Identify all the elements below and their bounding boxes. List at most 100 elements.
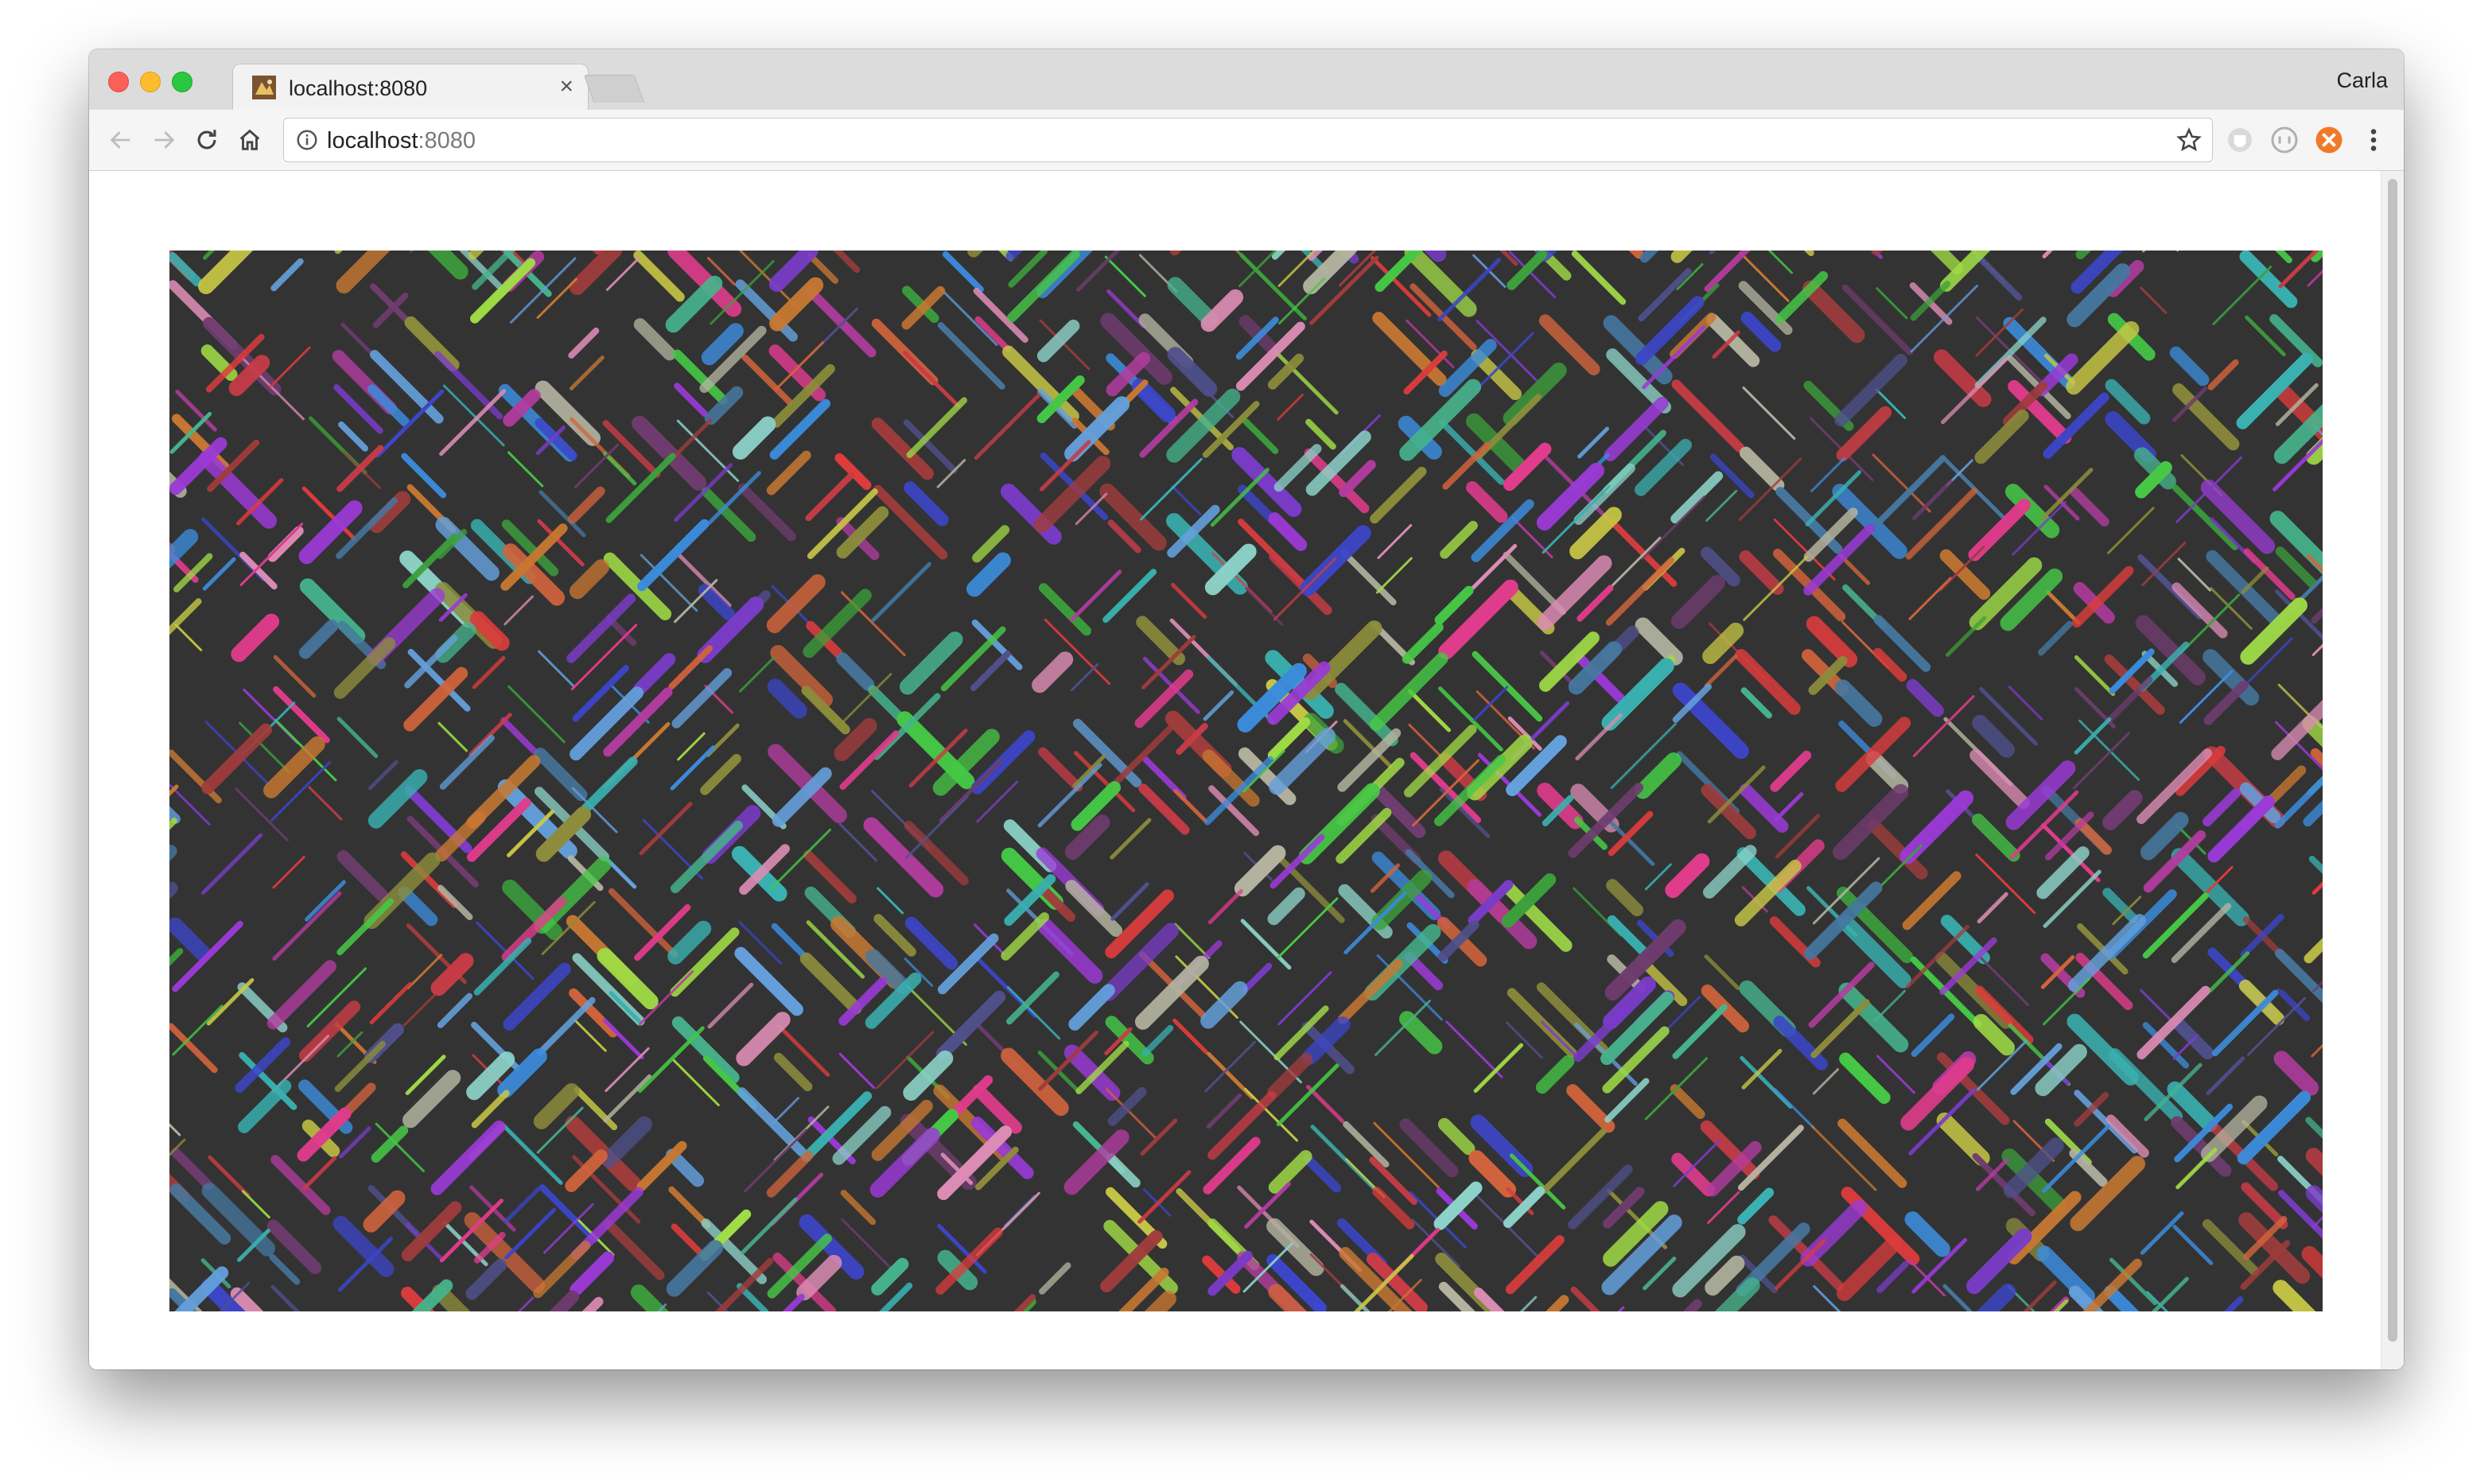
maze-segment bbox=[900, 631, 963, 695]
maze-segment bbox=[1974, 253, 2023, 301]
maze-segment bbox=[1440, 520, 1478, 559]
maze-segment bbox=[1804, 251, 1814, 257]
tab-bar: localhost:8080 × Carla bbox=[89, 49, 2404, 112]
vertical-scrollbar[interactable] bbox=[2381, 171, 2404, 1369]
maze-segment bbox=[1546, 1295, 1569, 1311]
new-tab-button[interactable] bbox=[583, 75, 645, 103]
maze-segment bbox=[2040, 468, 2094, 521]
maze-segment bbox=[2107, 507, 2155, 554]
maze-segment bbox=[603, 1074, 651, 1123]
maze-segment bbox=[1605, 557, 1675, 626]
maze-segment bbox=[468, 251, 484, 260]
maze-segment bbox=[1865, 751, 1909, 794]
maze-segment bbox=[805, 286, 877, 358]
maze-segment bbox=[1904, 1211, 1950, 1257]
maze-segment bbox=[235, 1037, 291, 1093]
maze-segment bbox=[1267, 717, 1311, 760]
tab-localhost[interactable]: localhost:8080 × bbox=[232, 64, 589, 112]
browser-window: localhost:8080 × Carla localhost:8080 bbox=[89, 49, 2404, 1369]
maze-segment bbox=[2278, 989, 2311, 1021]
bookmark-star-icon[interactable] bbox=[2175, 126, 2203, 153]
maze-segment bbox=[1106, 1153, 1141, 1188]
tab-close-icon[interactable]: × bbox=[559, 74, 574, 99]
maze-segment bbox=[1839, 1052, 1891, 1104]
menu-kebab-icon[interactable] bbox=[2359, 126, 2388, 154]
maze-segment bbox=[476, 921, 535, 980]
maze-segment bbox=[782, 1293, 805, 1311]
maze-segment bbox=[1339, 549, 1397, 606]
maze-segment bbox=[1643, 1257, 1677, 1291]
maze-segment bbox=[2066, 320, 2140, 395]
maze-segment bbox=[2246, 996, 2306, 1056]
address-bar[interactable]: localhost:8080 bbox=[283, 118, 2213, 162]
maze-segment bbox=[603, 452, 637, 486]
maze-segment bbox=[427, 251, 469, 280]
maze-segment bbox=[1912, 695, 1975, 757]
info-icon[interactable] bbox=[295, 128, 319, 152]
maze-segment bbox=[732, 416, 776, 460]
maze-segment bbox=[1810, 1125, 1877, 1191]
maze-segment bbox=[266, 960, 336, 1030]
maze-segment bbox=[535, 418, 577, 461]
maze-segment bbox=[1235, 321, 1305, 391]
maze-segment bbox=[2102, 790, 2143, 830]
profile-name[interactable]: Carla bbox=[2336, 68, 2388, 93]
maze-segment bbox=[2023, 1280, 2057, 1311]
maze-segment bbox=[906, 397, 967, 458]
maze-segment bbox=[2273, 1280, 2316, 1311]
maze-segment bbox=[2212, 265, 2273, 325]
maze-segment bbox=[1571, 251, 1627, 305]
maze-segment bbox=[301, 1156, 337, 1191]
maze-segment bbox=[169, 542, 176, 554]
url-text[interactable]: localhost:8080 bbox=[327, 128, 476, 153]
maze-segment bbox=[604, 1219, 665, 1280]
maze-segment bbox=[630, 1284, 669, 1311]
back-button[interactable] bbox=[105, 124, 137, 156]
maze-segment bbox=[2171, 1016, 2214, 1060]
zoom-window-button[interactable] bbox=[172, 72, 192, 92]
maze-segment bbox=[671, 1016, 740, 1084]
maze-segment bbox=[766, 450, 811, 495]
maze-segment bbox=[1402, 622, 1444, 664]
maze-segment bbox=[1834, 679, 1883, 727]
maze-segment bbox=[1245, 587, 1284, 626]
maze-segment bbox=[805, 472, 855, 522]
maze-segment bbox=[1267, 887, 1305, 926]
maze-segment bbox=[1602, 1026, 1670, 1094]
maze-segment bbox=[633, 653, 676, 696]
reload-button[interactable] bbox=[191, 124, 223, 156]
extension-shield-icon[interactable] bbox=[2226, 126, 2254, 154]
extension-circle-icon[interactable] bbox=[2270, 126, 2299, 154]
maze-segment bbox=[437, 884, 473, 920]
maze-segment bbox=[239, 523, 304, 586]
scrollbar-thumb[interactable] bbox=[2388, 179, 2397, 1342]
maze-segment bbox=[1273, 349, 1339, 415]
maze-segment bbox=[1703, 845, 1757, 899]
maze-segment bbox=[2206, 1056, 2245, 1096]
maze-segment bbox=[1670, 471, 1724, 524]
maze-segment bbox=[238, 1079, 292, 1133]
close-window-button[interactable] bbox=[108, 72, 129, 92]
minimize-window-button[interactable] bbox=[140, 72, 161, 92]
maze-segment bbox=[637, 519, 710, 592]
maze-segment bbox=[870, 561, 931, 623]
maze-segment bbox=[1972, 714, 2015, 758]
maze-segment bbox=[202, 557, 236, 591]
maze-segment bbox=[430, 953, 474, 996]
home-button[interactable] bbox=[234, 124, 266, 156]
maze-segment bbox=[1377, 524, 1413, 559]
maze-segment bbox=[2171, 903, 2232, 963]
maze-segment bbox=[1200, 289, 1244, 332]
extension-orange-icon[interactable] bbox=[2315, 126, 2343, 154]
forward-button[interactable] bbox=[148, 124, 180, 156]
maze-segment bbox=[2074, 717, 2112, 755]
maze-segment bbox=[1240, 919, 1292, 970]
maze-segment bbox=[1740, 687, 1772, 719]
maze-segment bbox=[1277, 971, 1332, 1026]
maze-segment bbox=[1140, 1118, 1178, 1156]
maze-segment bbox=[633, 318, 676, 361]
generative-maze-art bbox=[169, 251, 2323, 1311]
maze-segment bbox=[472, 655, 506, 690]
maze-segment bbox=[1408, 689, 1451, 732]
maze-segment bbox=[1735, 649, 1801, 715]
